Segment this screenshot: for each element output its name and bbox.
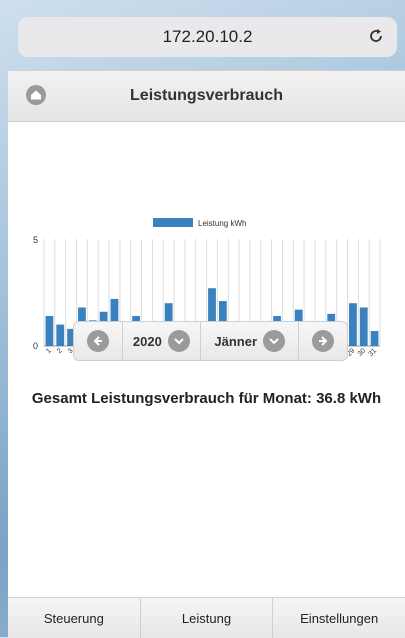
chevron-down-icon [167, 330, 190, 352]
header-bar: Leistungsverbrauch [8, 71, 405, 122]
reload-icon[interactable] [367, 27, 385, 45]
year-value: 2020 [132, 333, 162, 349]
bottom-tab-bar: Steuerung Leistung Einstellungen [8, 597, 405, 638]
address-bar[interactable]: 172.20.10.2 [18, 17, 397, 57]
x-tick-label: 1 [45, 347, 53, 355]
chevron-down-icon [263, 330, 286, 352]
y-tick-5: 5 [33, 235, 38, 245]
bar-day-1 [45, 316, 54, 346]
tab-steuerung[interactable]: Steuerung [8, 598, 141, 638]
monthly-total: Gesamt Leistungsverbrauch für Monat: 36.… [31, 390, 382, 407]
bar-day-30 [359, 307, 368, 346]
bar-day-2 [56, 324, 65, 346]
month-select[interactable]: Jänner [201, 322, 300, 360]
bar-day-31 [370, 331, 379, 346]
bar-day-29 [349, 303, 357, 346]
next-month-button[interactable] [299, 322, 347, 360]
tab-leistung[interactable]: Leistung [141, 598, 274, 638]
x-tick-label: 2 [56, 347, 64, 355]
arrow-right-icon [312, 330, 335, 352]
y-tick-0: 0 [33, 341, 38, 351]
x-tick-label: 30 [357, 347, 368, 358]
legend-label: Leistung kWh [198, 219, 246, 228]
month-value: Jänner [214, 333, 258, 349]
url-text: 172.20.10.2 [162, 27, 253, 46]
prev-month-button[interactable] [74, 322, 123, 360]
year-select[interactable]: 2020 [123, 322, 202, 360]
page-title: Leistungsverbrauch [130, 87, 283, 104]
legend-swatch [153, 218, 193, 227]
tab-einstellungen[interactable]: Einstellungen [273, 598, 405, 638]
month-navigator: 2020 Jänner [73, 321, 348, 361]
arrow-left-icon [86, 330, 109, 352]
x-tick-label: 31 [368, 347, 379, 358]
app-page: Leistungsverbrauch 123456789101112131415… [8, 70, 405, 638]
